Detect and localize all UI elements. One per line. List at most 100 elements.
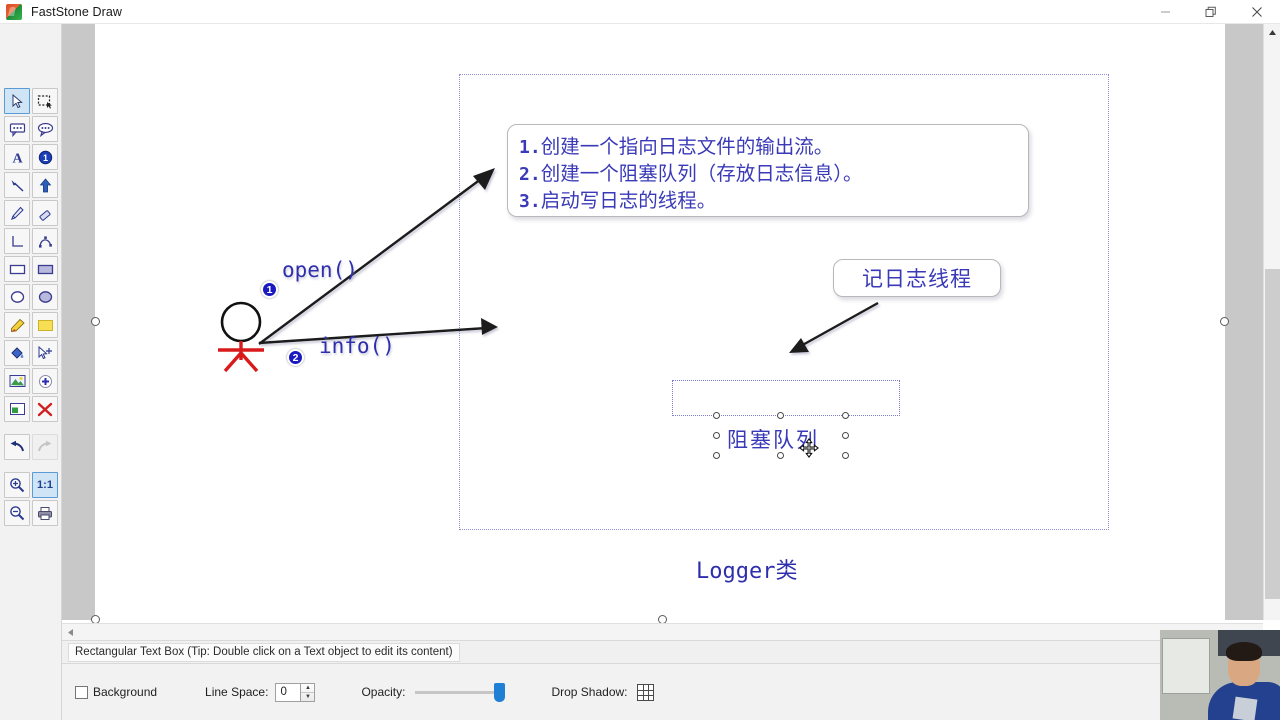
properties-bar: Background Line Space: 0 ▲ ▼ Opacity: Dr… [62, 663, 1280, 720]
tool-row-history [4, 434, 60, 460]
number-badge-tool[interactable]: 1 [32, 144, 58, 170]
arrow-line-tool[interactable] [4, 172, 30, 198]
tool-row-image [4, 368, 60, 394]
polyline-tool[interactable] [32, 228, 58, 254]
handle-top-left[interactable] [713, 412, 720, 419]
webcam-person-hair [1226, 642, 1262, 661]
faststone-draw-window: FastStone Draw A 1 1:1 1.创建一个指向日志文件的输出流。… [0, 0, 1280, 720]
steps-callout-box[interactable]: 1.创建一个指向日志文件的输出流。 2.创建一个阻塞队列（存放日志信息）。 3.… [507, 124, 1029, 217]
tool-row-highlight [4, 312, 60, 338]
handle-middle-left[interactable] [713, 432, 720, 439]
handle-bottom-right[interactable] [842, 452, 849, 459]
step-number-2: 2. [519, 164, 541, 185]
handle-top-right[interactable] [842, 412, 849, 419]
step-line-2: 2.创建一个阻塞队列（存放日志信息）。 [519, 161, 1028, 188]
tool-row-text: A 1 [4, 144, 60, 170]
step-line-1: 1.创建一个指向日志文件的输出流。 [519, 134, 1028, 161]
background-option[interactable]: Background [75, 685, 157, 699]
insert-image-tool[interactable] [4, 368, 30, 394]
handle-bottom-center[interactable] [777, 452, 784, 459]
undo-button[interactable] [4, 434, 30, 460]
line-space-stepper[interactable]: ▲ ▼ [301, 682, 316, 702]
sticky-note-tool[interactable] [32, 312, 58, 338]
badge-1[interactable]: 1 [261, 281, 278, 298]
title-bar: FastStone Draw [0, 0, 1280, 24]
opacity-slider-thumb[interactable] [494, 682, 506, 702]
drop-shadow-option: Drop Shadow: [551, 683, 654, 701]
call-label-info[interactable]: info() [319, 334, 395, 358]
stepper-up-icon[interactable]: ▲ [301, 684, 315, 693]
vertical-scrollbar[interactable] [1263, 24, 1280, 620]
delete-tool[interactable] [32, 396, 58, 422]
opacity-slider[interactable] [415, 682, 506, 702]
cursor-plus-tool[interactable] [32, 340, 58, 366]
scroll-up-icon[interactable] [1264, 24, 1280, 41]
line-space-input[interactable]: 0 [275, 682, 302, 702]
up-arrow-tool[interactable] [32, 172, 58, 198]
filled-rectangle-tool[interactable] [32, 256, 58, 282]
selected-text-box[interactable] [672, 380, 900, 416]
text-tool[interactable]: A [4, 144, 30, 170]
drop-shadow-grid-icon[interactable] [636, 683, 654, 701]
close-icon[interactable] [1234, 0, 1280, 24]
tool-row-fill [4, 340, 60, 366]
thread-callout-box[interactable]: 记日志线程 [833, 259, 1001, 297]
tool-row-draw [4, 200, 60, 226]
call-label-open[interactable]: open() [282, 258, 358, 282]
rectangle-tool[interactable] [4, 256, 30, 282]
logger-class-label[interactable]: Logger类 [696, 553, 797, 585]
line-space-option: Line Space: 0 ▲ ▼ [205, 682, 316, 702]
horizontal-scrollbar[interactable] [62, 623, 1263, 640]
tool-row-line [4, 228, 60, 254]
line-tool[interactable] [4, 228, 30, 254]
step-text-3: 启动写日志的线程。 [540, 191, 717, 212]
restore-icon[interactable] [1188, 0, 1234, 24]
paint-bucket-tool[interactable] [4, 340, 30, 366]
minimize-icon[interactable] [1142, 0, 1188, 24]
badge-2[interactable]: 2 [287, 349, 304, 366]
step-text-2: 创建一个阻塞队列（存放日志信息）。 [540, 164, 863, 185]
rounded-callout-tool[interactable] [32, 116, 58, 142]
crop-tool[interactable] [4, 396, 30, 422]
canvas-area[interactable]: 1.创建一个指向日志文件的输出流。 2.创建一个阻塞队列（存放日志信息）。 3.… [62, 24, 1280, 624]
eraser-tool[interactable] [32, 200, 58, 226]
print-button[interactable] [32, 500, 58, 526]
handle-top-center[interactable] [777, 412, 784, 419]
zoom-out-button[interactable] [4, 500, 30, 526]
zoom-in-button[interactable] [4, 472, 30, 498]
background-checkbox[interactable] [75, 685, 88, 699]
pencil-tool[interactable] [4, 200, 30, 226]
page-handle-left[interactable] [91, 317, 100, 326]
step-number-1: 1. [519, 137, 541, 158]
highlighter-tool[interactable] [4, 312, 30, 338]
zoom-actual-size-button[interactable]: 1:1 [32, 472, 58, 498]
svg-text:A: A [12, 151, 23, 164]
rectangular-callout-tool[interactable] [4, 116, 30, 142]
select-arrow-tool[interactable] [4, 88, 30, 114]
scroll-left-icon[interactable] [62, 624, 79, 641]
page-handle-right[interactable] [1220, 317, 1229, 326]
drop-shadow-label: Drop Shadow: [551, 685, 628, 699]
add-object-tool[interactable] [32, 368, 58, 394]
ellipse-tool[interactable] [4, 284, 30, 310]
webcam-overlay [1160, 630, 1280, 720]
actor-stick-figure[interactable] [208, 298, 274, 374]
background-label: Background [93, 685, 158, 699]
status-bar: Rectangular Text Box (Tip: Double click … [62, 640, 1263, 663]
window-title: FastStone Draw [31, 4, 123, 19]
webcam-person-shirt [1232, 696, 1258, 720]
stepper-down-icon[interactable]: ▼ [301, 693, 314, 701]
tool-row-ellipse [4, 284, 60, 310]
handle-middle-right[interactable] [842, 432, 849, 439]
vertical-scroll-thumb[interactable] [1265, 269, 1280, 599]
filled-ellipse-tool[interactable] [32, 284, 58, 310]
line-space-label: Line Space: [205, 685, 269, 699]
tool-row-zoom-out [4, 500, 60, 526]
drawing-page[interactable]: 1.创建一个指向日志文件的输出流。 2.创建一个阻塞队列（存放日志信息）。 3.… [91, 24, 1229, 624]
marquee-select-tool[interactable] [32, 88, 58, 114]
tool-palette: A 1 1:1 [0, 24, 62, 720]
tool-row-zoom: 1:1 [4, 472, 60, 498]
step-text-1: 创建一个指向日志文件的输出流。 [540, 137, 834, 158]
handle-bottom-left[interactable] [713, 452, 720, 459]
move-cursor-icon [799, 438, 819, 458]
